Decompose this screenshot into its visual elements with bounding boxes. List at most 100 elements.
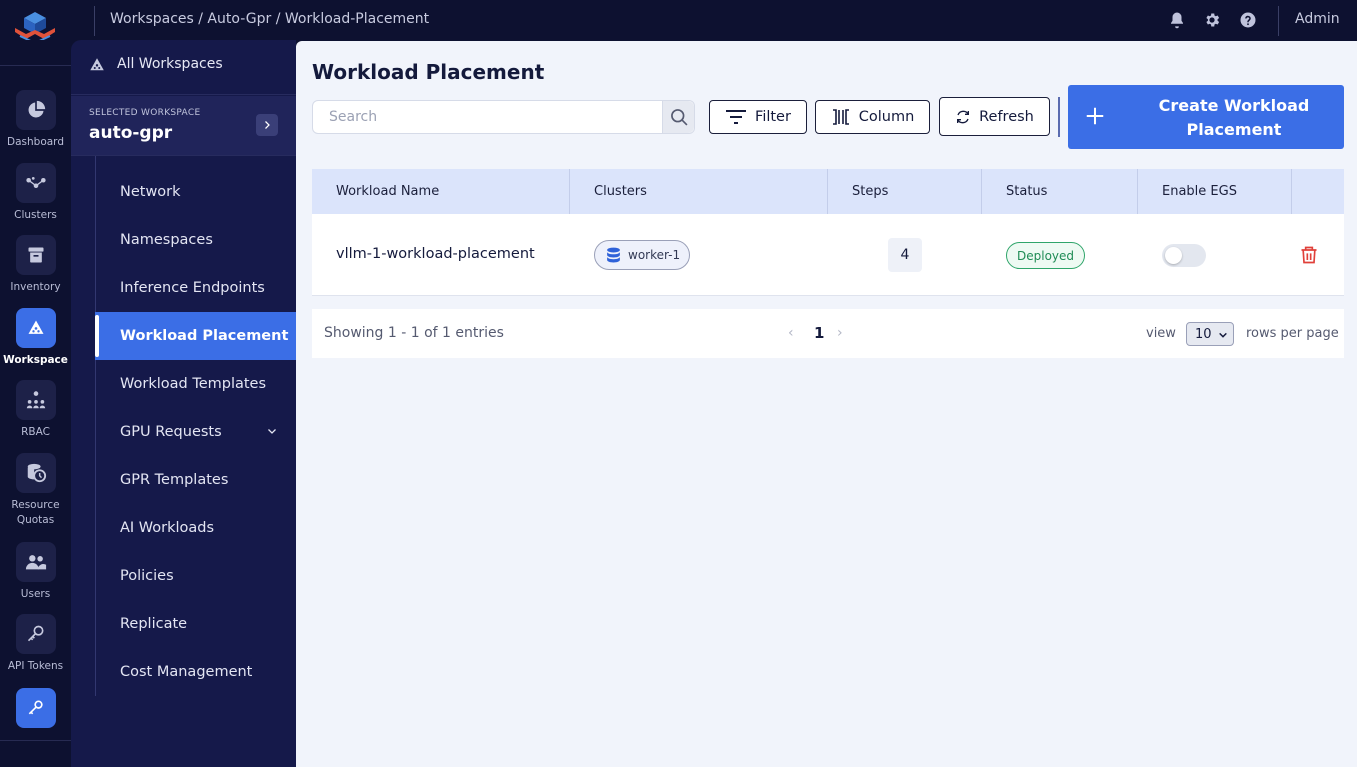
breadcrumb-divider — [94, 6, 95, 36]
sidebar-item-cost-management[interactable]: Cost Management — [95, 648, 296, 696]
column-header-status[interactable]: Status — [982, 169, 1138, 214]
columns-icon — [832, 109, 849, 125]
all-workspaces-link[interactable]: All Workspaces — [71, 40, 296, 95]
rail-item-dashboard[interactable]: Dashboard — [0, 90, 71, 150]
main-content: Workload Placement Filter Column Refresh… — [296, 41, 1357, 767]
sidebar-item-policies[interactable]: Policies — [95, 552, 296, 600]
icon-rail: Dashboard Clusters Inventory Workspace R… — [0, 40, 71, 767]
search-input[interactable] — [313, 101, 663, 133]
sidebar-item-inference-endpoints[interactable]: Inference Endpoints — [95, 264, 296, 312]
status-badge: Deployed — [1006, 242, 1086, 269]
search-icon — [670, 109, 688, 126]
rail-item-api-tokens[interactable]: API Tokens — [0, 614, 71, 674]
sidebar-item-label: Policies — [120, 568, 174, 584]
sidebar-item-replicate[interactable]: Replicate — [95, 600, 296, 648]
rail-divider — [0, 65, 71, 66]
column-header-workload-name[interactable]: Workload Name — [312, 169, 570, 214]
column-button[interactable]: Column — [815, 100, 930, 134]
sidebar-item-label: GPU Requests — [120, 424, 222, 440]
database-clock-icon — [15, 453, 56, 493]
sidebar-item-network[interactable]: Network — [95, 168, 296, 216]
selected-workspace-name: auto-gpr — [89, 123, 173, 143]
previous-page-button[interactable]: ‹ — [788, 325, 794, 341]
all-workspaces-label: All Workspaces — [117, 56, 223, 72]
rail-item-clusters[interactable]: Clusters — [0, 163, 71, 223]
rail-label: API Tokens — [7, 660, 64, 672]
rail-label: Clusters — [14, 209, 57, 221]
switch-workspace-button[interactable] — [256, 114, 278, 136]
rail-label: Users — [20, 588, 51, 600]
refresh-icon — [957, 110, 970, 123]
key-icon — [15, 688, 56, 728]
breadcrumb[interactable]: Workspaces / Auto-Gpr / Workload-Placeme… — [110, 11, 429, 27]
next-page-button[interactable]: › — [837, 325, 843, 341]
chevron-down-icon[interactable] — [266, 425, 278, 437]
refresh-button[interactable]: Refresh — [939, 97, 1050, 136]
rail-item-resource-quotas[interactable]: Resource Quotas — [0, 453, 71, 528]
workspace-sidebar: All Workspaces SELECTED WORKSPACE auto-g… — [71, 40, 296, 767]
table-row[interactable]: vllm-1-workload-placement worker-1 4 Dep… — [312, 214, 1344, 296]
column-header-enable-egs[interactable]: Enable EGS — [1138, 169, 1292, 214]
sidebar-item-label: Cost Management — [120, 664, 253, 680]
rail-item-users[interactable]: Users — [0, 542, 71, 602]
page-title: Workload Placement — [312, 60, 545, 84]
create-label: Create Workload Placement — [1158, 96, 1310, 139]
rail-label: Resource Quotas — [11, 499, 60, 526]
sidebar-item-label: Inference Endpoints — [120, 280, 265, 296]
selected-workspace-caption: SELECTED WORKSPACE — [89, 108, 201, 118]
sidebar-item-workload-placement[interactable]: Workload Placement — [95, 312, 296, 360]
pagination-bar: Showing 1 - 1 of 1 entries ‹ 1 › view 10… — [312, 309, 1344, 358]
view-label: view — [1146, 326, 1176, 341]
app-logo-icon[interactable] — [12, 10, 58, 44]
sidebar-item-namespaces[interactable]: Namespaces — [95, 216, 296, 264]
column-header-steps[interactable]: Steps — [828, 169, 982, 214]
database-icon — [607, 247, 620, 263]
search-box — [312, 100, 695, 134]
enable-egs-toggle[interactable] — [1162, 244, 1206, 267]
chevron-right-icon — [265, 121, 270, 129]
sidebar-item-label: AI Workloads — [120, 520, 215, 536]
column-label: Column — [858, 109, 915, 125]
filter-button[interactable]: Filter — [709, 100, 807, 134]
chevron-down-icon — [1219, 332, 1227, 338]
bell-icon[interactable] — [1168, 11, 1186, 29]
rows-per-page-value: 10 — [1195, 326, 1212, 342]
column-header-clusters[interactable]: Clusters — [570, 169, 828, 214]
network-nodes-icon — [15, 163, 56, 203]
archive-box-icon — [15, 235, 56, 275]
rail-divider — [0, 740, 71, 741]
sidebar-item-workload-templates[interactable]: Workload Templates — [95, 360, 296, 408]
search-button[interactable] — [662, 101, 694, 133]
plus-icon — [1086, 107, 1104, 125]
cluster-chip[interactable]: worker-1 — [594, 240, 691, 270]
refresh-label: Refresh — [979, 108, 1034, 125]
rail-label: Dashboard — [7, 136, 64, 148]
create-workload-placement-button[interactable]: Create Workload Placement — [1068, 85, 1344, 149]
key-icon — [15, 614, 56, 654]
users-icon — [15, 542, 56, 582]
cluster-chip-label: worker-1 — [628, 248, 681, 262]
user-menu[interactable]: Admin — [1295, 11, 1340, 27]
rail-bottom-key[interactable] — [0, 688, 71, 728]
sidebar-item-label: Workload Placement — [120, 328, 289, 344]
filter-label: Filter — [755, 109, 791, 125]
rows-per-page-select[interactable]: 10 — [1186, 322, 1234, 346]
gear-icon[interactable] — [1203, 11, 1221, 29]
sidebar-item-gpr-templates[interactable]: GPR Templates — [95, 456, 296, 504]
sidebar-item-label: GPR Templates — [120, 472, 229, 488]
sidebar-item-gpu-requests[interactable]: GPU Requests — [95, 408, 296, 456]
trash-icon[interactable] — [1299, 245, 1319, 265]
selected-workspace: SELECTED WORKSPACE auto-gpr — [71, 96, 296, 156]
workload-name-cell[interactable]: vllm-1-workload-placement — [336, 246, 535, 262]
steps-count: 4 — [888, 238, 922, 272]
page-number[interactable]: 1 — [814, 324, 824, 342]
table-header: Workload Name Clusters Steps Status Enab… — [312, 169, 1344, 214]
rail-label: Workspace — [3, 354, 68, 366]
help-icon[interactable] — [1239, 11, 1257, 29]
rail-item-inventory[interactable]: Inventory — [0, 235, 71, 295]
sidebar-item-ai-workloads[interactable]: AI Workloads — [95, 504, 296, 552]
rail-item-rbac[interactable]: RBAC — [0, 380, 71, 440]
sidebar-item-label: Workload Templates — [120, 376, 267, 392]
rail-item-workspace[interactable]: Workspace — [0, 308, 71, 368]
rows-per-page-label: rows per page — [1246, 326, 1339, 341]
